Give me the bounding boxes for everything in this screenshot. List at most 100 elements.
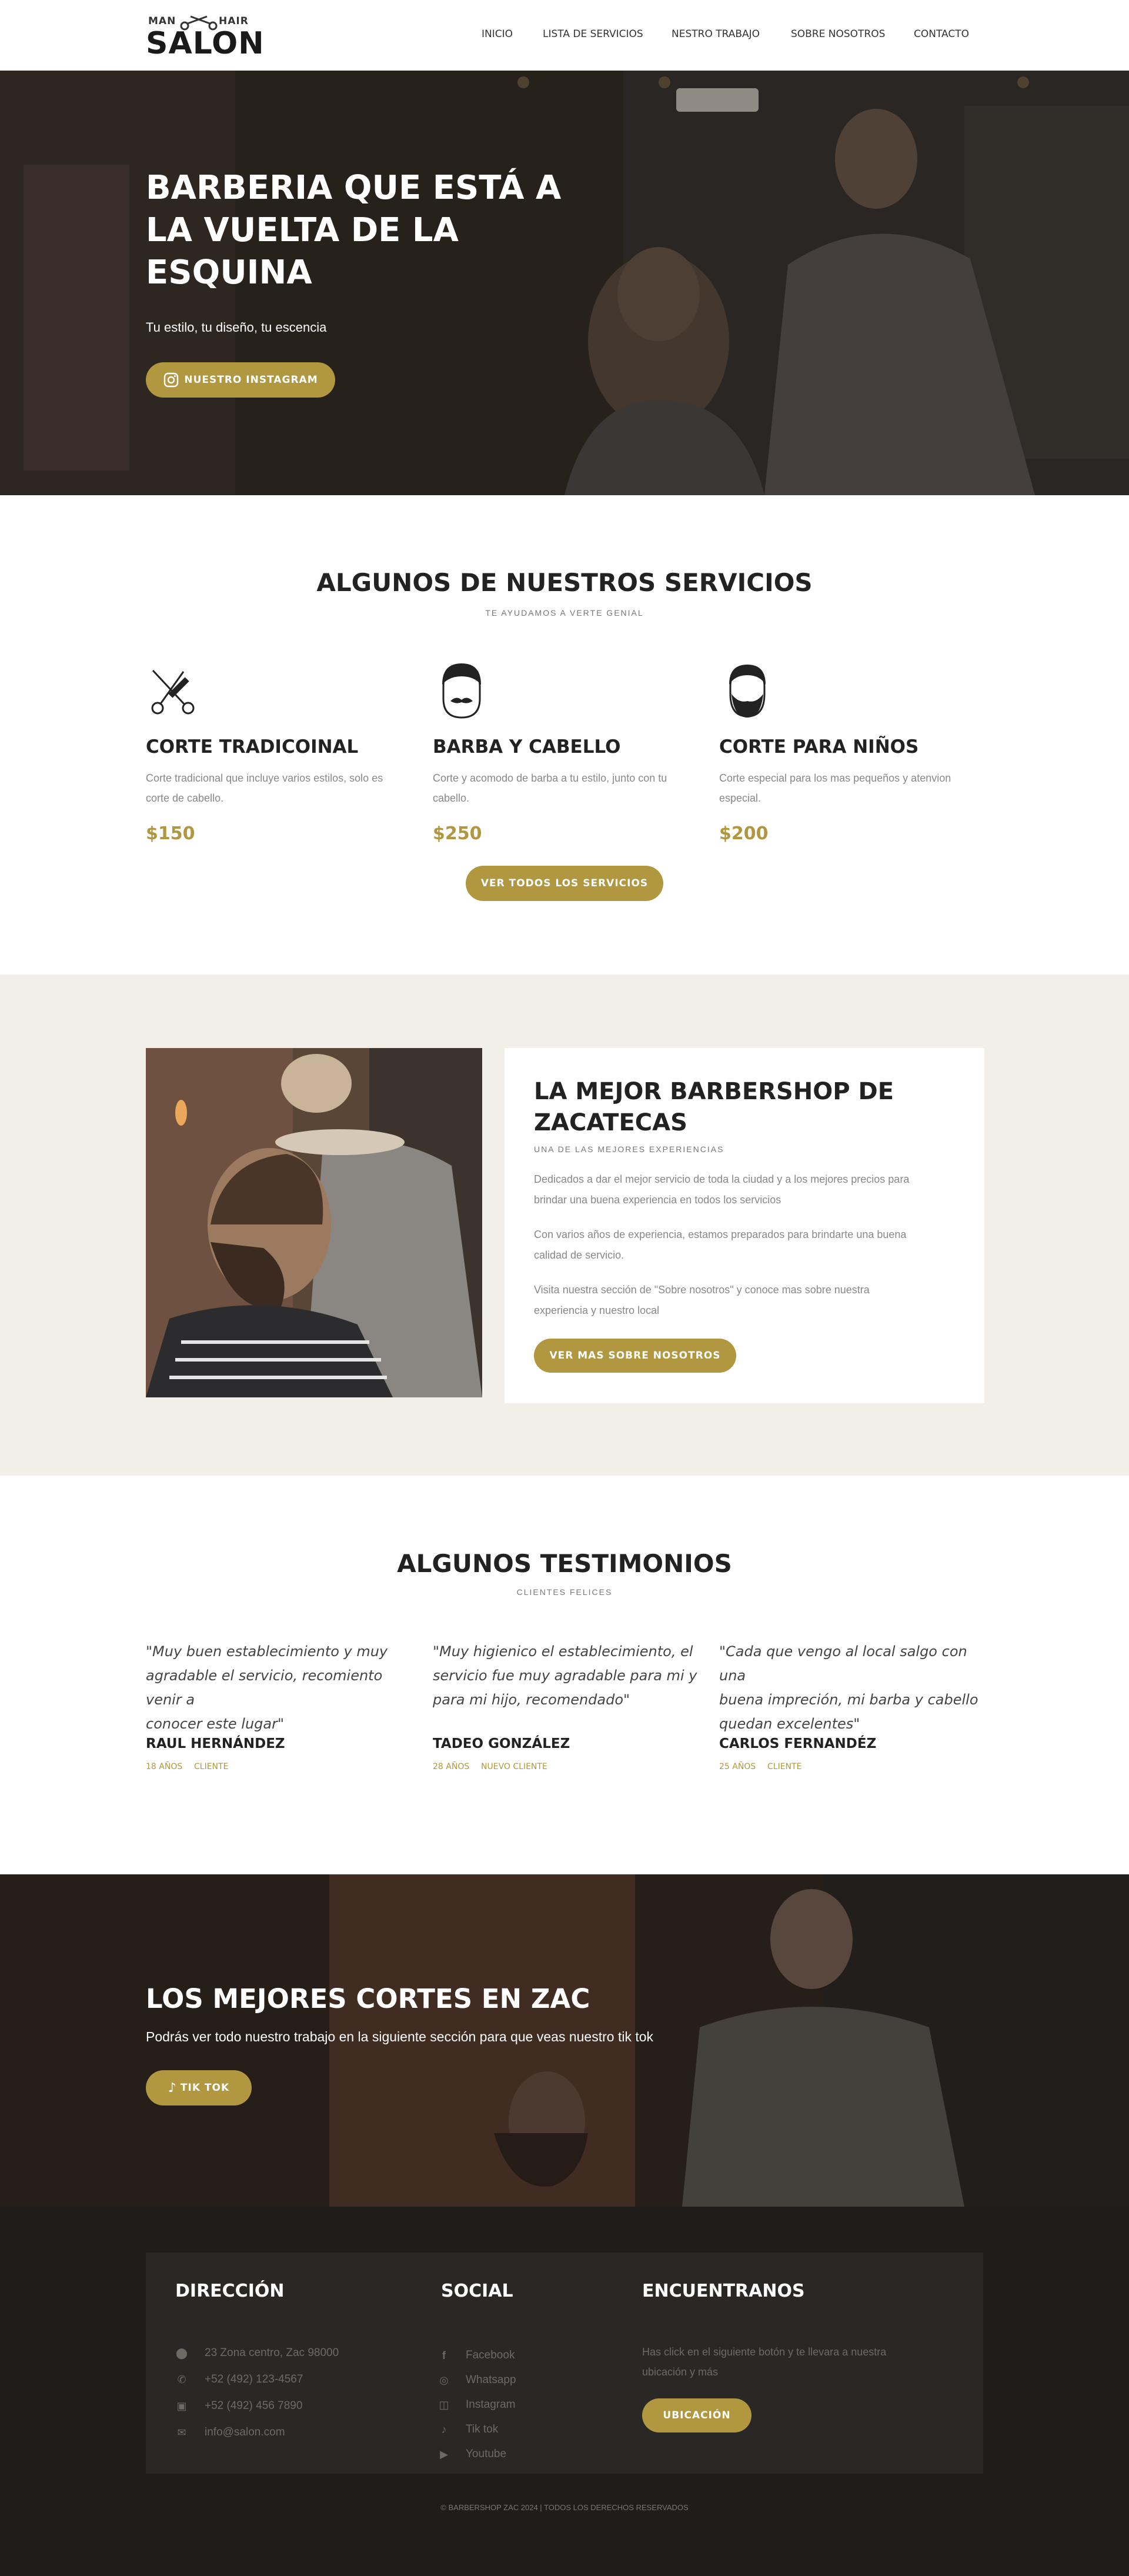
testimonial-quote: "Muy higienico el establecimiento, el se…: [433, 1640, 709, 1712]
testimonial-role: NUEVO CLIENTE: [481, 1762, 547, 1771]
footer-fax-text: +52 (492) 456 7890: [205, 2400, 303, 2412]
barber-cutting-hair-image: [146, 1048, 482, 1397]
about-title: LA MEJOR BARBERSHOP DE ZACATECAS: [534, 1076, 969, 1139]
about-subtitle: UNA DE LAS MEJORES EXPERIENCIAS: [534, 1144, 724, 1154]
footer-instagram-link[interactable]: Instagram: [466, 2398, 515, 2411]
about-paragraph-line: experiencia y nuestro local: [534, 1304, 660, 1316]
logo[interactable]: MAN HAIR SALON: [146, 11, 264, 61]
all-services-button[interactable]: VER TODOS LOS SERVICIOS: [466, 866, 663, 901]
map-pin-icon: ⬤: [175, 2347, 188, 2359]
location-button[interactable]: UBICACIÓN: [642, 2398, 751, 2432]
testimonial-quote-line: para mi hijo, recomendado": [433, 1691, 630, 1708]
logo-man-text: MAN: [148, 15, 176, 27]
youtube-icon: ▶: [440, 2448, 448, 2460]
footer-box: DIRECCIÓN ⬤ 23 Zona centro, Zac 98000 ✆ …: [146, 2253, 983, 2474]
footer-find-text-line: Has click en el siguiente botón y te lle…: [642, 2346, 887, 2358]
phone-icon: ✆: [177, 2374, 186, 2385]
tiktok-button-label: TIK TOK: [180, 2082, 230, 2094]
footer-find-heading: ENCUENTRANOS: [642, 2281, 805, 2301]
about-title-line: LA MEJOR BARBERSHOP DE: [534, 1078, 894, 1105]
tiktok-button[interactable]: ♪ TIK TOK: [146, 2070, 252, 2105]
about-paragraph-line: Visita nuestra sección de "Sobre nosotro…: [534, 1284, 870, 1296]
testimonial-quote-line: "Muy buen establecimiento y muy: [146, 1643, 388, 1660]
service-description-line: Corte tradicional que incluye varios est…: [146, 772, 383, 784]
testimonial-role: CLIENTE: [194, 1762, 229, 1771]
tiktok-cta-section: LOS MEJORES CORTES EN ZAC Podrás ver tod…: [0, 1874, 1129, 2207]
footer-whatsapp-link[interactable]: Whatsapp: [466, 2374, 516, 2387]
cta-title: LOS MEJORES CORTES EN ZAC: [146, 1983, 590, 2014]
service-price: $250: [433, 823, 482, 844]
footer-tiktok-link[interactable]: Tik tok: [466, 2423, 498, 2436]
testimonial-name: RAUL HERNÁNDEZ: [146, 1736, 285, 1751]
hero-subtitle: Tu estilo, tu diseño, tu escencia: [146, 320, 327, 335]
about-card: LA MEJOR BARBERSHOP DE ZACATECAS UNA DE …: [505, 1048, 984, 1403]
about-paragraph-line: calidad de servicio.: [534, 1249, 624, 1261]
footer-facebook-link[interactable]: Facebook: [466, 2349, 515, 2362]
scissors-comb-icon: [151, 669, 195, 715]
about-more-button[interactable]: VER MAS SOBRE NOSOTROS: [534, 1339, 736, 1373]
hero-title-line: ESQUINA: [146, 253, 312, 292]
testimonial-quote-line: buena impreción, mi barba y cabello: [719, 1691, 978, 1708]
testimonial-name: CARLOS FERNANDÉZ: [719, 1736, 877, 1751]
testimonial-quote: "Muy buen establecimiento y muy agradabl…: [146, 1640, 422, 1736]
about-paragraph-line: brindar una buena experiencia en todos l…: [534, 1194, 781, 1206]
about-paragraph: Dedicados a dar el mejor servicio de tod…: [534, 1169, 969, 1210]
testimonial-name: TADEO GONZÁLEZ: [433, 1736, 570, 1751]
logo-salon-text: SALON: [146, 26, 265, 61]
bearded-face-icon: [729, 665, 766, 718]
testimonial-quote-line: "Cada que vengo al local salgo con una: [719, 1643, 967, 1684]
testimonial-quote-line: agradable el servicio, recomiento venir …: [146, 1667, 383, 1708]
testimonial-role: CLIENTE: [767, 1762, 802, 1771]
hero-title: BARBERIA QUE ESTÁ A LA VUELTA DE LA ESQU…: [146, 167, 593, 294]
nav-sobre-nosotros[interactable]: SOBRE NOSOTROS: [791, 28, 885, 40]
testimonials-subtitle: CLIENTES FELICES: [516, 1587, 613, 1597]
nav-nuestro-trabajo[interactable]: NESTRO TRABAJO: [672, 28, 760, 40]
nav-inicio[interactable]: INICIO: [482, 28, 513, 40]
footer-social-heading: SOCIAL: [441, 2281, 513, 2301]
footer-youtube-link[interactable]: Youtube: [466, 2448, 506, 2461]
about-title-line: ZACATECAS: [534, 1109, 687, 1136]
service-description-line: cabello.: [433, 792, 470, 804]
instagram-icon: [164, 372, 179, 388]
footer-address-text: 23 Zona centro, Zac 98000: [205, 2347, 339, 2359]
footer-copyright: © BARBERSHOP ZAC 2024 | TODOS LOS DERECH…: [440, 2503, 689, 2512]
hero-title-line: LA VUELTA DE LA: [146, 211, 459, 249]
cta-subtitle: Podrás ver todo nuestro trabajo en la si…: [146, 2029, 654, 2044]
about-paragraph: Visita nuestra sección de "Sobre nosotro…: [534, 1280, 969, 1321]
about-paragraph-line: Con varios años de experiencia, estamos …: [534, 1229, 907, 1240]
testimonial-age: 25 AÑOS: [719, 1762, 756, 1771]
about-paragraph-line: Dedicados a dar el mejor servicio de tod…: [534, 1173, 910, 1185]
hero-title-line: BARBERIA QUE ESTÁ A: [146, 169, 562, 207]
about-paragraph: Con varios años de experiencia, estamos …: [534, 1224, 969, 1266]
instagram-button[interactable]: NUESTRO INSTAGRAM: [146, 362, 335, 398]
footer-find-text: Has click en el siguiente botón y te lle…: [642, 2342, 948, 2382]
testimonial-quote-line: conocer este lugar": [146, 1716, 285, 1732]
footer-phone-text[interactable]: +52 (492) 123-4567: [205, 2373, 303, 2386]
service-description-line: corte de cabello.: [146, 792, 224, 804]
mustache-face-icon: [442, 663, 481, 719]
services-title: ALGUNOS DE NUESTROS SERVICIOS: [316, 568, 813, 597]
footer-email-link[interactable]: info@salon.com: [205, 2426, 285, 2439]
testimonial-age: 18 AÑOS: [146, 1762, 183, 1771]
instagram-icon: ◫: [439, 2399, 449, 2411]
footer-address-heading: DIRECCIÓN: [175, 2281, 285, 2301]
testimonial-age: 28 AÑOS: [433, 1762, 470, 1771]
service-name: BARBA Y CABELLO: [433, 736, 621, 758]
fax-icon: ▣: [176, 2400, 187, 2412]
testimonial-quote-line: servicio fue muy agradable para mi y: [433, 1667, 697, 1684]
service-description-line: especial.: [719, 792, 761, 804]
services-subtitle: TE AYUDAMOS A VERTE GENIAL: [485, 608, 644, 618]
service-price: $200: [719, 823, 769, 844]
whatsapp-icon: ◎: [439, 2374, 449, 2386]
testimonial-quote-line: "Muy higienico el establecimiento, el: [433, 1643, 693, 1660]
nav-contacto[interactable]: CONTACTO: [914, 28, 969, 40]
facebook-icon: f: [442, 2350, 446, 2361]
service-name: CORTE TRADICOINAL: [146, 736, 359, 758]
service-price: $150: [146, 823, 195, 844]
nav-lista-de-servicios[interactable]: LISTA DE SERVICIOS: [543, 28, 643, 40]
footer-find-text-line: ubicación y más: [642, 2366, 719, 2378]
service-description-line: Corte y acomodo de barba a tu estilo, ju…: [433, 772, 667, 784]
envelope-icon: ✉: [177, 2427, 186, 2438]
testimonial-quote-line: quedan excelentes": [719, 1716, 860, 1732]
service-description: Corte especial para los mas pequeños y a…: [719, 768, 990, 808]
